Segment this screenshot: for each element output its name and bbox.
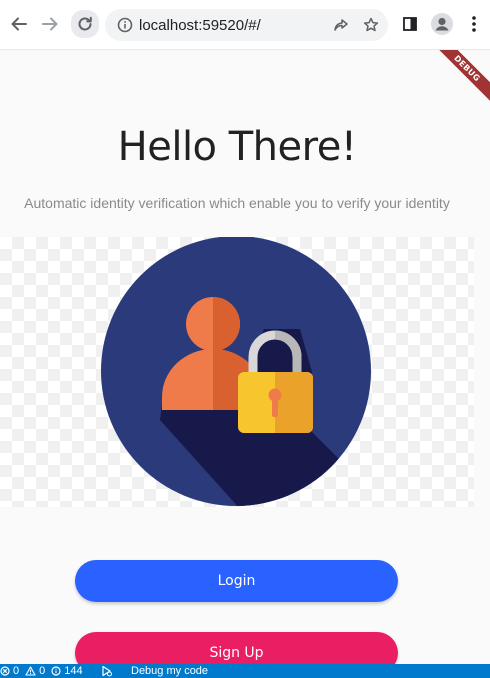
bookmark-star-icon[interactable] [359, 13, 383, 37]
address-bar[interactable]: localhost:59520/#/ [105, 9, 388, 41]
side-panel-icon[interactable] [398, 12, 422, 36]
debug-indicator[interactable] [101, 664, 113, 678]
debug-label[interactable]: Debug my code [131, 664, 208, 678]
page-subtitle: Automatic identity verification which en… [24, 195, 450, 211]
warning-icon [25, 666, 36, 676]
debug-banner: DEBUG [430, 50, 490, 110]
status-bar: 0 0 144 Debug my code [0, 664, 490, 678]
user-lock-illustration [101, 237, 371, 506]
url-text[interactable]: localhost:59520/#/ [139, 17, 261, 34]
debug-icon [102, 665, 112, 677]
login-button[interactable]: Login [75, 560, 398, 602]
profile-icon[interactable] [430, 12, 454, 36]
back-arrow-icon[interactable] [7, 12, 31, 36]
hero-image [0, 237, 474, 507]
error-icon [0, 666, 10, 676]
info-count: 144 [64, 665, 83, 677]
warning-count: 0 [39, 665, 46, 677]
more-menu-icon[interactable] [462, 12, 486, 36]
problems-indicator[interactable]: 0 0 144 [0, 664, 83, 678]
info-circle-icon [51, 666, 61, 676]
page-title: Hello There! [117, 124, 357, 170]
info-icon[interactable] [113, 13, 137, 37]
share-icon[interactable] [329, 13, 353, 37]
debug-banner-label: DEBUG [430, 50, 490, 105]
reload-icon[interactable] [71, 10, 99, 38]
browser-toolbar: localhost:59520/#/ [0, 0, 490, 50]
forward-arrow-icon[interactable] [38, 12, 62, 36]
error-count: 0 [13, 665, 20, 677]
